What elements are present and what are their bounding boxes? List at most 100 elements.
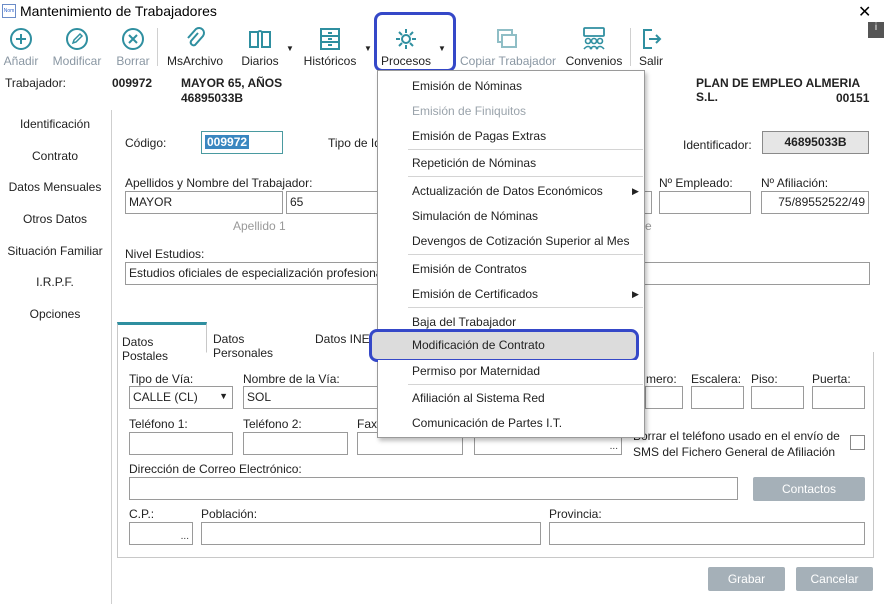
sidebar-item-contrato[interactable]: Contrato	[0, 149, 110, 163]
menu-item-emision-finiquitos[interactable]: Emisión de Finiquitos	[412, 104, 526, 118]
diarios-button[interactable]: Diarios	[238, 22, 282, 70]
book-icon	[249, 30, 271, 48]
toolbar-separator	[157, 28, 158, 66]
menu-separator	[408, 307, 643, 308]
tab-datos-postales[interactable]: Datos Postales	[117, 322, 207, 363]
menu-item-devengos-cotizacion[interactable]: Devengos de Cotización Superior al Mes	[412, 234, 629, 248]
n-afiliacion-label: Nº Afiliación:	[761, 176, 829, 190]
sidebar-item-identificacion[interactable]: Identificación	[0, 117, 110, 131]
x-circle-icon	[122, 28, 144, 50]
procesos-label: Procesos	[380, 54, 432, 68]
menu-item-permiso-maternidad[interactable]: Permiso por Maternidad	[412, 364, 540, 378]
sms-delete-checkbox[interactable]	[850, 435, 865, 450]
worker-name: MAYOR 65, AÑOS	[181, 76, 283, 90]
menu-item-comunicacion-partes[interactable]: Comunicación de Partes I.T.	[412, 416, 562, 430]
nivel-estudios-input[interactable]: Estudios oficiales de especialización pr…	[125, 262, 378, 285]
sidebar-item-situacion-familiar[interactable]: Situación Familiar	[0, 244, 110, 258]
poblacion-input[interactable]	[201, 522, 541, 545]
menu-item-modificacion-contrato-highlight[interactable]: Modificación de Contrato	[369, 329, 639, 362]
tab-datos-inem[interactable]: Datos INEM	[311, 322, 377, 353]
exit-button[interactable]: Salir	[636, 22, 666, 70]
contactos-button[interactable]: Contactos	[753, 477, 865, 501]
chevron-down-icon: ▼	[219, 391, 228, 401]
sidebar-item-datos-mensuales[interactable]: Datos Mensuales	[0, 180, 110, 194]
procesos-button[interactable]: Procesos	[380, 22, 432, 70]
menu-item-baja-trabajador[interactable]: Baja del Trabajador	[412, 315, 516, 329]
menu-item-emision-certificados[interactable]: Emisión de Certificados	[412, 287, 538, 301]
apellido2-input[interactable]: 65	[286, 191, 378, 214]
poblacion-label: Población:	[201, 507, 258, 521]
codigo-value: 009972	[205, 135, 250, 149]
grabar-button[interactable]: Grabar	[708, 567, 785, 591]
msarchivo-label: MsArchivo	[166, 54, 223, 68]
tipo-via-label: Tipo de Vía:	[129, 372, 194, 386]
procesos-menu-lower: Permiso por Maternidad Afiliación al Sis…	[378, 360, 644, 437]
menu-item-modificacion-contrato[interactable]: Modificación de Contrato	[412, 338, 545, 352]
puerta-input[interactable]	[812, 386, 865, 409]
n-empleado-input[interactable]	[659, 191, 751, 214]
nombre-via-input[interactable]: SOL	[243, 386, 378, 409]
sms-text-line1: Borrar el teléfono usado en el envío de	[633, 429, 840, 443]
menu-item-emision-contratos[interactable]: Emisión de Contratos	[412, 262, 527, 276]
menu-separator	[408, 149, 643, 150]
sidebar-item-irpf[interactable]: I.R.P.F.	[0, 275, 110, 289]
identificador-field: 46895033B	[762, 131, 869, 154]
cp-input[interactable]: ...	[129, 522, 193, 545]
nivel-estudios-input-right[interactable]	[645, 262, 870, 285]
menu-separator	[408, 384, 643, 385]
convenios-label: Convenios	[565, 54, 623, 68]
historicos-chevron-down-icon[interactable]: ▼	[364, 44, 372, 53]
gear-icon	[396, 29, 416, 49]
delete-button[interactable]: Borrar	[114, 22, 152, 70]
provincia-input[interactable]	[549, 522, 865, 545]
cp-label: C.P.:	[129, 507, 155, 521]
convenios-button[interactable]: Convenios	[564, 22, 624, 70]
diarios-chevron-down-icon[interactable]: ▼	[286, 44, 294, 53]
info-icon[interactable]: i	[868, 22, 884, 38]
historicos-button[interactable]: Históricos	[302, 22, 358, 70]
apellido1-input[interactable]: MAYOR	[125, 191, 283, 214]
codigo-label: Código:	[125, 136, 167, 150]
worker-label: Trabajador:	[5, 76, 66, 90]
copy-worker-button[interactable]: Copiar Trabajador	[460, 22, 556, 70]
msarchivo-button[interactable]: MsArchivo	[164, 22, 226, 70]
tab-datos-personales[interactable]: Datos Personales	[209, 322, 307, 360]
menu-item-afiliacion-red[interactable]: Afiliación al Sistema Red	[412, 391, 545, 405]
menu-item-actualizacion-datos[interactable]: Actualización de Datos Económicos	[412, 184, 603, 198]
cancelar-button[interactable]: Cancelar	[796, 567, 873, 591]
nombre-input-edge[interactable]	[645, 191, 652, 214]
telefono1-input[interactable]	[129, 432, 233, 455]
toolbar: Añadir Modificar Borrar MsArchivo Diario…	[0, 12, 884, 72]
add-button[interactable]: Añadir	[2, 22, 40, 70]
sidebar-item-opciones[interactable]: Opciones	[0, 307, 110, 321]
menu-item-emision-pagas-extras[interactable]: Emisión de Pagas Extras	[412, 129, 546, 143]
copy-stack-icon	[497, 29, 517, 48]
delete-label: Borrar	[116, 54, 150, 68]
codigo-input[interactable]: 009972	[201, 131, 283, 154]
menu-item-simulacion-nominas[interactable]: Simulación de Nóminas	[412, 209, 538, 223]
telefono2-input[interactable]	[243, 432, 348, 455]
numero-label: mero:	[646, 372, 677, 386]
n-afiliacion-input[interactable]: 75/89552522/49	[761, 191, 869, 214]
close-icon[interactable]: ✕	[858, 2, 871, 22]
modify-label: Modificar	[52, 54, 102, 68]
email-label: Dirección de Correo Electrónico:	[129, 462, 302, 476]
worker-id: 46895033B	[181, 91, 244, 105]
email-input[interactable]	[129, 477, 738, 500]
exit-door-icon	[643, 29, 662, 49]
menu-item-emision-nominas[interactable]: Emisión de Nóminas	[412, 79, 522, 93]
piso-input[interactable]	[751, 386, 804, 409]
paperclip-icon	[187, 27, 205, 47]
people-group-icon	[583, 27, 605, 50]
tipo-via-value: CALLE (CL)	[133, 390, 198, 404]
modify-button[interactable]: Modificar	[50, 22, 104, 70]
sidebar-item-otros-datos[interactable]: Otros Datos	[0, 212, 110, 226]
menu-item-repeticion-nominas[interactable]: Repetición de Nóminas	[412, 156, 536, 170]
procesos-chevron-down-icon[interactable]: ▼	[438, 44, 446, 53]
escalera-input[interactable]	[691, 386, 744, 409]
window-title: Mantenimiento de Trabajadores	[20, 3, 217, 19]
numero-input[interactable]	[645, 386, 683, 409]
tipo-via-select[interactable]: CALLE (CL) ▼	[129, 386, 233, 409]
menu-separator	[408, 254, 643, 255]
sms-text-line2: SMS del Fichero General de Afiliación	[633, 445, 836, 459]
